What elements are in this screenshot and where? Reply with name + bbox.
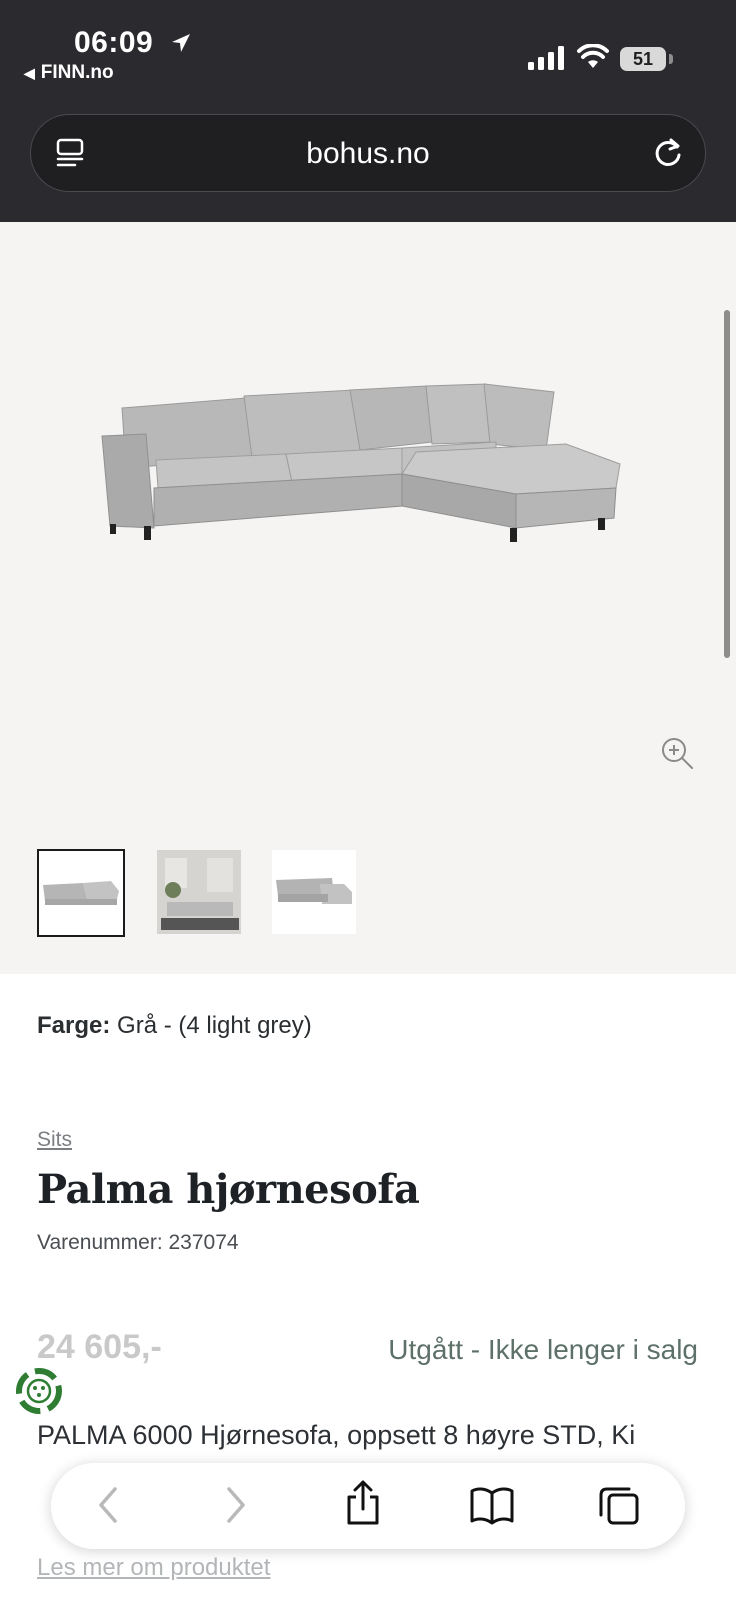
product-price: 24 605,- (37, 1328, 162, 1366)
availability-status: Utgått - Ikke lenger i salg (388, 1334, 698, 1365)
color-selection: Farge: Grå - (4 light grey) (37, 1012, 312, 1040)
zoom-in-icon[interactable] (660, 736, 694, 770)
product-title: Palma hjørnesofa (37, 1166, 420, 1213)
thumbnail-sofa-angle-icon (276, 878, 352, 904)
color-label: Farge: (37, 1012, 111, 1039)
battery-indicator: 51 (620, 47, 666, 71)
cellular-signal-icon (528, 46, 564, 70)
bookmarks-icon[interactable] (469, 1483, 515, 1527)
gallery-thumbnail-3[interactable] (272, 850, 356, 934)
thumbnail-sofa-icon (43, 881, 119, 905)
product-gallery (0, 222, 736, 974)
product-description: PALMA 6000 Hjørnesofa, oppsett 8 høyre S… (37, 1420, 636, 1450)
browser-header: 06:09 ◀ FINN.no 51 bohus.no (0, 0, 736, 222)
browser-toolbar (51, 1463, 685, 1549)
gallery-thumbnail-2[interactable] (157, 850, 241, 934)
breadcrumb-category-link[interactable]: Sits (37, 1128, 72, 1152)
reload-icon[interactable] (651, 135, 685, 171)
location-arrow-icon (172, 34, 190, 52)
battery-nub (669, 54, 673, 64)
back-to-app-link[interactable]: ◀ FINN.no (24, 62, 114, 84)
thumbnail-room-icon (157, 850, 241, 934)
wifi-icon (577, 44, 609, 68)
url-text: bohus.no (306, 137, 430, 170)
status-time: 06:09 (74, 26, 154, 59)
tabs-icon[interactable] (597, 1483, 641, 1527)
color-value: Grå - (4 light grey) (117, 1012, 312, 1039)
recycle-badge-icon[interactable] (14, 1366, 64, 1416)
product-sku: Varenummer: 237074 (37, 1231, 239, 1254)
forward-icon[interactable] (221, 1483, 251, 1527)
back-triangle-icon: ◀ (24, 65, 35, 81)
sofa-product-image[interactable] (96, 378, 636, 558)
address-bar[interactable]: bohus.no (30, 114, 706, 192)
gallery-thumbnail-1[interactable] (37, 849, 125, 937)
gallery-scrollbar[interactable] (724, 310, 730, 658)
back-app-label: FINN.no (40, 62, 114, 83)
read-more-link[interactable]: Les mer om produktet (37, 1554, 270, 1582)
back-icon[interactable] (93, 1483, 123, 1527)
share-icon[interactable] (343, 1479, 383, 1527)
